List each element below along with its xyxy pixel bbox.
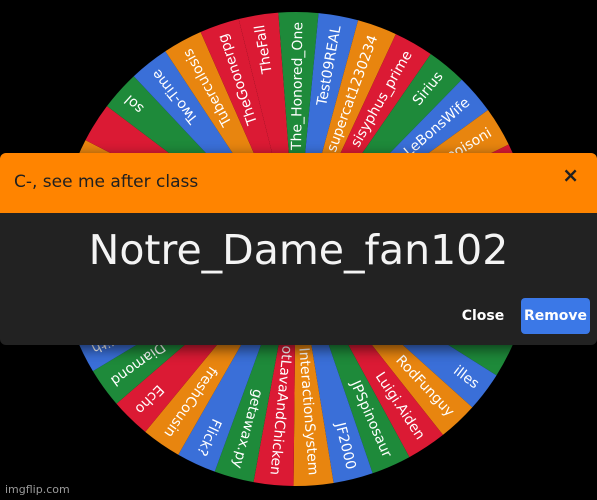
modal-header: C-, see me after class ×: [0, 153, 597, 213]
watermark: imgflip.com: [5, 483, 70, 496]
close-icon[interactable]: ×: [562, 165, 579, 185]
modal-title: C-, see me after class: [14, 172, 199, 192]
close-button[interactable]: Close: [452, 298, 514, 334]
remove-button[interactable]: Remove: [521, 298, 590, 334]
wheel-slice-label: The_Honored_One: [289, 22, 306, 151]
result-modal: C-, see me after class × Notre_Dame_fan1…: [0, 153, 597, 345]
winner-name: Notre_Dame_fan102: [88, 226, 509, 274]
